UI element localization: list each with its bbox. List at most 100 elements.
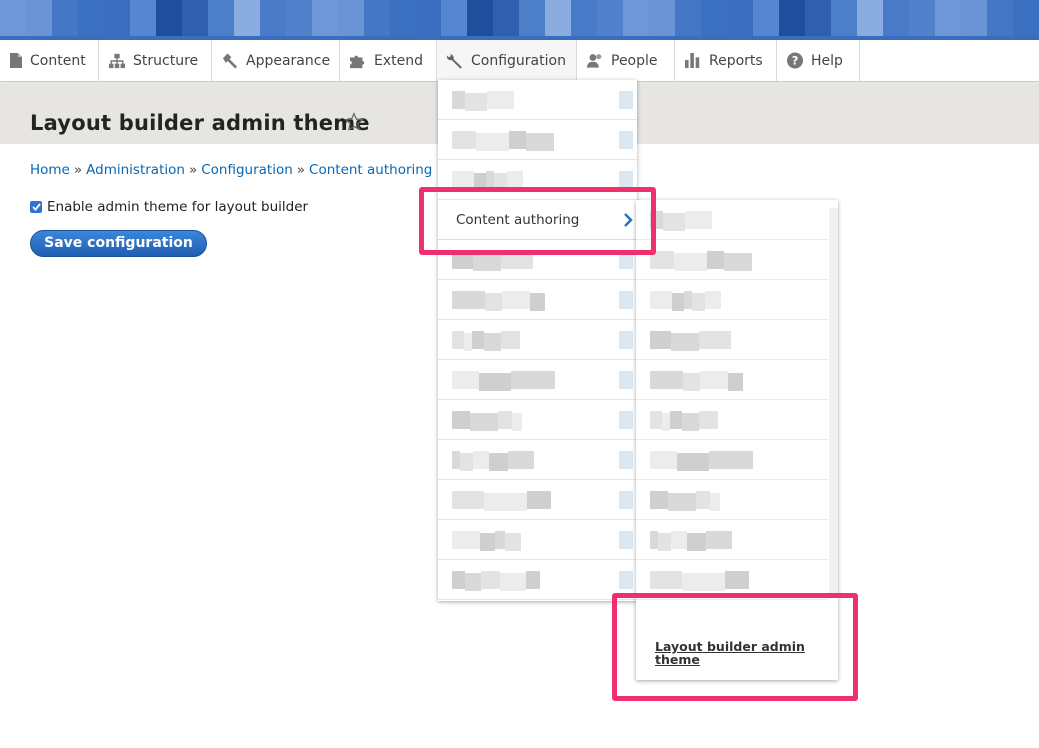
tray-item-label: People <box>611 52 658 69</box>
blurred-text-block <box>508 131 526 149</box>
blurred-menu-item[interactable] <box>438 480 637 520</box>
blurred-menu-item[interactable] <box>636 360 828 400</box>
blurred-text-block <box>674 253 707 271</box>
blurred-text-block <box>706 531 733 549</box>
blurred-text-block <box>479 373 512 391</box>
blurred-text-block <box>511 371 555 389</box>
blurred-text-block <box>658 533 671 551</box>
blurred-text-block <box>710 493 720 511</box>
wrench-icon <box>447 53 463 69</box>
blurred-toolbar-tile <box>467 0 494 36</box>
blurred-toolbar-tile <box>856 0 883 36</box>
structure-icon <box>109 53 125 69</box>
blurred-menu-item[interactable] <box>438 560 637 600</box>
blurred-text-block <box>526 133 554 151</box>
blurred-menu-item[interactable] <box>438 320 637 360</box>
puzzle-icon <box>350 53 366 69</box>
blurred-menu-item[interactable] <box>636 400 828 440</box>
blurred-text-block <box>671 333 699 351</box>
tray-item-content[interactable]: Content <box>0 40 99 81</box>
tray-item-reports[interactable]: Reports <box>675 40 777 81</box>
blurred-text-block <box>669 411 683 429</box>
tray-item-structure[interactable]: Structure <box>99 40 212 81</box>
blurred-text-block <box>663 213 685 231</box>
blurred-text-block <box>484 293 502 311</box>
blurred-menu-item[interactable] <box>636 520 828 560</box>
blurred-menu-item[interactable] <box>636 480 828 520</box>
blurred-toolbar-tile <box>51 0 78 36</box>
tray-item-extend[interactable]: Extend <box>340 40 437 81</box>
blurred-toolbar-tile <box>259 0 286 36</box>
blurred-text-block <box>463 333 472 351</box>
blurred-menu-item[interactable] <box>636 240 828 280</box>
highlight-box-content-authoring <box>419 187 656 255</box>
tray-item-appearance[interactable]: Appearance <box>212 40 340 81</box>
blurred-toolbar-tile <box>77 0 104 36</box>
blurred-text-block <box>650 411 662 429</box>
blurred-chevron-icon <box>619 331 633 349</box>
blurred-menu-item[interactable] <box>438 120 637 160</box>
blurred-toolbar-tile <box>623 0 650 36</box>
breadcrumb-configuration[interactable]: Configuration <box>201 162 293 178</box>
blurred-text-block <box>725 571 749 589</box>
breadcrumb-content-authoring[interactable]: Content authoring <box>309 162 432 178</box>
blurred-menu-item[interactable] <box>438 360 637 400</box>
blurred-text-block <box>526 571 541 589</box>
top-toolbar-blurred <box>0 0 1039 36</box>
blurred-menu-item[interactable] <box>438 280 637 320</box>
blurred-menu-item[interactable] <box>438 520 637 560</box>
blurred-toolbar-tile <box>1012 0 1039 36</box>
breadcrumb-separator: » <box>296 162 306 178</box>
tray-item-label: Configuration <box>471 52 566 69</box>
blurred-menu-item[interactable] <box>438 400 637 440</box>
breadcrumb-separator: » <box>73 162 83 178</box>
blurred-menu-item[interactable] <box>438 440 637 480</box>
admin-theme-checkbox-row[interactable]: Enable admin theme for layout builder <box>30 199 308 215</box>
blurred-menu-item[interactable] <box>438 80 637 120</box>
blurred-toolbar-tile <box>103 0 130 36</box>
blurred-toolbar-tile <box>779 0 806 36</box>
blurred-text-block <box>684 211 712 229</box>
bar-chart-icon <box>685 52 701 69</box>
breadcrumb-administration[interactable]: Administration <box>86 162 185 178</box>
submenu-scrollbar[interactable] <box>829 208 838 593</box>
tray-item-people[interactable]: People <box>577 40 675 81</box>
blurred-toolbar-tile <box>805 0 831 36</box>
tray-item-help[interactable]: ? Help <box>777 40 860 81</box>
blurred-text-block <box>502 291 530 309</box>
blurred-menu-item[interactable] <box>636 280 828 320</box>
blurred-menu-item[interactable] <box>636 200 828 240</box>
blurred-text-block <box>480 533 495 551</box>
blurred-text-block <box>471 331 485 349</box>
breadcrumb-home[interactable]: Home <box>30 162 70 178</box>
blurred-toolbar-tile <box>337 0 364 36</box>
blurred-toolbar-tile <box>441 0 468 36</box>
tray-item-label: Appearance <box>246 52 331 69</box>
blurred-text-block <box>452 451 460 469</box>
blurred-toolbar-tile <box>155 0 182 36</box>
blurred-chevron-icon <box>619 371 633 389</box>
save-configuration-button[interactable]: Save configuration <box>30 230 207 257</box>
blurred-text-block <box>682 573 726 591</box>
blurred-toolbar-tile <box>389 0 416 36</box>
checkbox-label: Enable admin theme for layout builder <box>47 199 309 215</box>
blurred-toolbar-tile <box>0 0 26 36</box>
blurred-chevron-icon <box>619 131 633 149</box>
blurred-toolbar-tile <box>986 0 1013 36</box>
paintbrush-icon <box>222 53 238 69</box>
blurred-toolbar-tile <box>727 0 754 36</box>
blurred-text-block <box>484 333 501 351</box>
blurred-toolbar-tile <box>207 0 234 36</box>
blurred-text-block <box>452 91 466 109</box>
blurred-toolbar-tile <box>649 0 676 36</box>
blurred-text-block <box>650 531 658 549</box>
blurred-menu-item[interactable] <box>636 320 828 360</box>
blurred-menu-item[interactable] <box>636 440 828 480</box>
blurred-chevron-icon <box>619 491 633 509</box>
star-icon[interactable] <box>344 112 364 132</box>
blurred-text-block <box>452 571 465 589</box>
blurred-text-block <box>494 531 505 549</box>
blurred-toolbar-tile <box>25 0 52 36</box>
enable-admin-theme-checkbox[interactable] <box>30 201 42 213</box>
tray-item-configuration[interactable]: Configuration <box>437 40 577 81</box>
